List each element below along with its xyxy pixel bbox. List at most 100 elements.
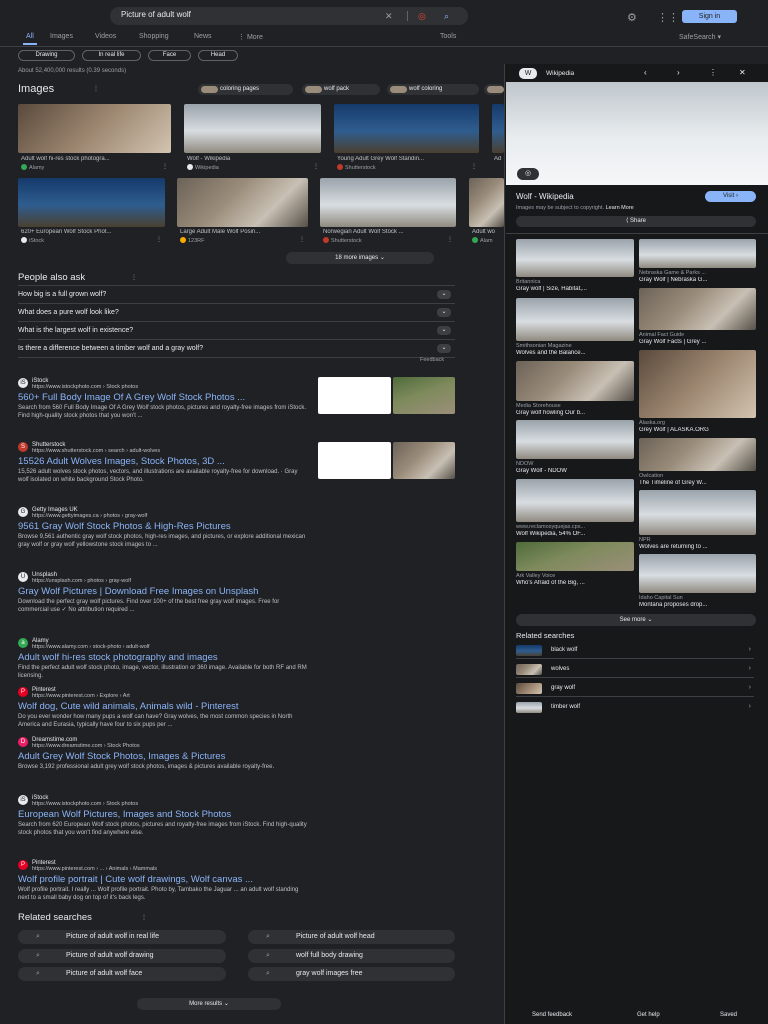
result-thumbnail[interactable] [393,442,455,479]
paa-question[interactable]: Is there a difference between a timber w… [18,344,455,353]
image-caption[interactable]: Adult wo [472,229,504,235]
feedback-link[interactable]: Feedback [420,357,444,363]
search-icon[interactable]: ⌕ [444,11,449,21]
gear-icon[interactable]: ⚙ [627,11,637,24]
lens-icon[interactable]: ◎ [418,11,426,21]
chip-drawing[interactable]: Drawing [18,50,75,61]
result-url[interactable]: https://www.shutterstock.com › search › … [32,448,308,454]
image-caption[interactable]: Adult wolf hi-res stock photogra... [21,156,166,162]
suggestion-coloring-pages[interactable]: coloring pages [198,84,293,95]
search-bar[interactable]: Picture of adult wolf ✕ ◎ ⌕ [110,7,468,25]
related-search-item[interactable]: ⌕ Picture of adult wolf face [18,967,226,981]
related-image[interactable] [639,239,756,268]
result-url[interactable]: https://www.gettyimages.ca › photos › gr… [32,513,308,519]
image-result[interactable] [492,104,504,153]
related-image-caption[interactable]: The Timeline of Grey W... [639,480,756,486]
paa-info-icon[interactable]: ⋮ [131,274,137,281]
result-url[interactable]: https://www.pinterest.com › Explore › Ar… [32,693,308,699]
suggestion-partial[interactable] [484,84,504,95]
tab-all[interactable]: All [26,33,34,40]
related-image[interactable] [516,239,634,277]
more-options-icon[interactable]: ⋮ [709,68,717,77]
image-result[interactable] [18,104,171,153]
image-caption[interactable]: Young Adult Grey Wolf Standin... [337,156,475,162]
tools-button[interactable]: Tools [440,33,456,40]
panel-related-item[interactable]: gray wolf › [516,679,754,697]
chevron-down-icon[interactable]: ⌄ [437,344,451,353]
safesearch-button[interactable]: SafeSearch ▾ [679,33,721,41]
result-title[interactable]: European Wolf Pictures, Images and Stock… [18,809,308,820]
related-image[interactable] [639,490,756,535]
result-title[interactable]: Adult Grey Wolf Stock Photos, Images & P… [18,751,308,762]
chip-head[interactable]: Head [198,50,238,61]
result-url[interactable]: https://www.istockphoto.com › Stock phot… [32,384,308,390]
related-image-caption[interactable]: Gray Wolf Facts | Grey ... [639,339,756,345]
related-image[interactable] [516,542,634,571]
related-image-caption[interactable]: Wolf Wikipedia, 54% OF... [516,531,634,537]
related-image[interactable] [639,438,756,471]
image-result[interactable] [320,178,456,227]
related-image[interactable] [639,350,756,418]
result-url[interactable]: https://www.dreamstime.com › Stock Photo… [32,743,308,749]
panel-title[interactable]: Wolf - Wikipedia [516,192,574,201]
saved-link[interactable]: Saved [720,1012,737,1018]
tab-shopping[interactable]: Shopping [139,33,169,40]
suggestion-wolf-coloring[interactable]: wolf coloring [387,84,479,95]
related-image-caption[interactable]: Montana proposes drop... [639,602,756,608]
related-image-caption[interactable]: Wolves are returning to ... [639,544,756,550]
more-options-icon[interactable]: ⋮ [162,163,168,170]
result-title[interactable]: Adult wolf hi-res stock photography and … [18,652,308,663]
chevron-down-icon[interactable]: ⌄ [437,308,451,317]
related-image-caption[interactable]: Wolves and the Balance... [516,350,634,356]
related-search-item[interactable]: ⌕ Picture of adult wolf drawing [18,949,226,963]
image-caption[interactable]: Ad [494,156,504,162]
image-result[interactable] [18,178,165,227]
chip-face[interactable]: Face [148,50,191,61]
result-title[interactable]: Wolf dog, Cute wild animals, Animals wil… [18,701,308,712]
image-caption[interactable]: Wolf - Wikipedia [187,156,317,162]
related-image-caption[interactable]: Gray wolf | Size, Habitat,... [516,286,634,292]
paa-question[interactable]: What does a pure wolf look like? ⌄ [18,308,455,317]
send-feedback-link[interactable]: Send feedback [532,1012,572,1018]
clear-icon[interactable]: ✕ [385,11,393,21]
related-image-caption[interactable]: Gray Wolf - NDOW [516,468,634,474]
related-image[interactable] [516,361,634,401]
more-options-icon[interactable]: ⋮ [471,163,477,170]
panel-related-item[interactable]: black wolf › [516,641,754,659]
image-caption[interactable]: Large Adult Male Wolf Posin... [180,229,305,235]
more-results-button[interactable]: More results ⌄ [137,998,281,1010]
more-images-button[interactable]: 18 more images ⌄ [286,252,434,264]
lens-icon[interactable]: ◎ [517,168,539,180]
visit-button[interactable]: Visit › [705,191,756,202]
chevron-down-icon[interactable]: ⌄ [437,290,451,299]
more-options-icon[interactable]: ⋮ [156,236,162,243]
tab-videos[interactable]: Videos [95,33,116,40]
related-image[interactable] [516,420,634,459]
paa-question[interactable]: How big is a full grown wolf? ⌄ [18,290,455,299]
sign-in-button[interactable]: Sign in [682,10,737,23]
related-image-caption[interactable]: Who's Afraid of the Big, ... [516,580,634,586]
panel-main-image[interactable] [506,82,768,185]
related-image-caption[interactable]: Grey Wolf | ALASKA.ORG [639,427,756,433]
image-caption[interactable]: Norwegian Adult Wolf Stock ... [323,229,453,235]
next-icon[interactable]: › [677,68,680,77]
related-image-caption[interactable]: Gray Wolf | Nebraska G... [639,277,756,283]
more-options-icon[interactable]: ⋮ [299,236,305,243]
related-info-icon[interactable]: ⋮ [141,914,147,921]
related-search-item[interactable]: ⌕ Picture of adult wolf head [248,930,455,944]
image-caption[interactable]: 620+ European Wolf Stock Phot... [21,229,161,235]
result-title[interactable]: Wolf profile portrait | Cute wolf drawin… [18,874,308,885]
tab-more[interactable]: ⋮ More [238,33,263,41]
paa-question[interactable]: What is the largest wolf in existence? ⌄ [18,326,455,335]
suggestion-wolf-pack[interactable]: wolf pack [302,84,380,95]
related-image-caption[interactable]: Gray wolf howling Our b... [516,410,634,416]
chip-in-real-life[interactable]: In real life [82,50,141,61]
result-thumbnail[interactable] [318,442,391,479]
close-icon[interactable]: ✕ [739,68,746,77]
related-search-item[interactable]: ⌕ Picture of adult wolf in real life [18,930,226,944]
image-result[interactable] [469,178,504,227]
tab-news[interactable]: News [194,33,212,40]
result-url[interactable]: https://www.pinterest.com › ... › Animal… [32,866,308,872]
panel-related-item[interactable]: timber wolf › [516,698,754,716]
related-search-item[interactable]: ⌕ gray wolf images free [248,967,455,981]
